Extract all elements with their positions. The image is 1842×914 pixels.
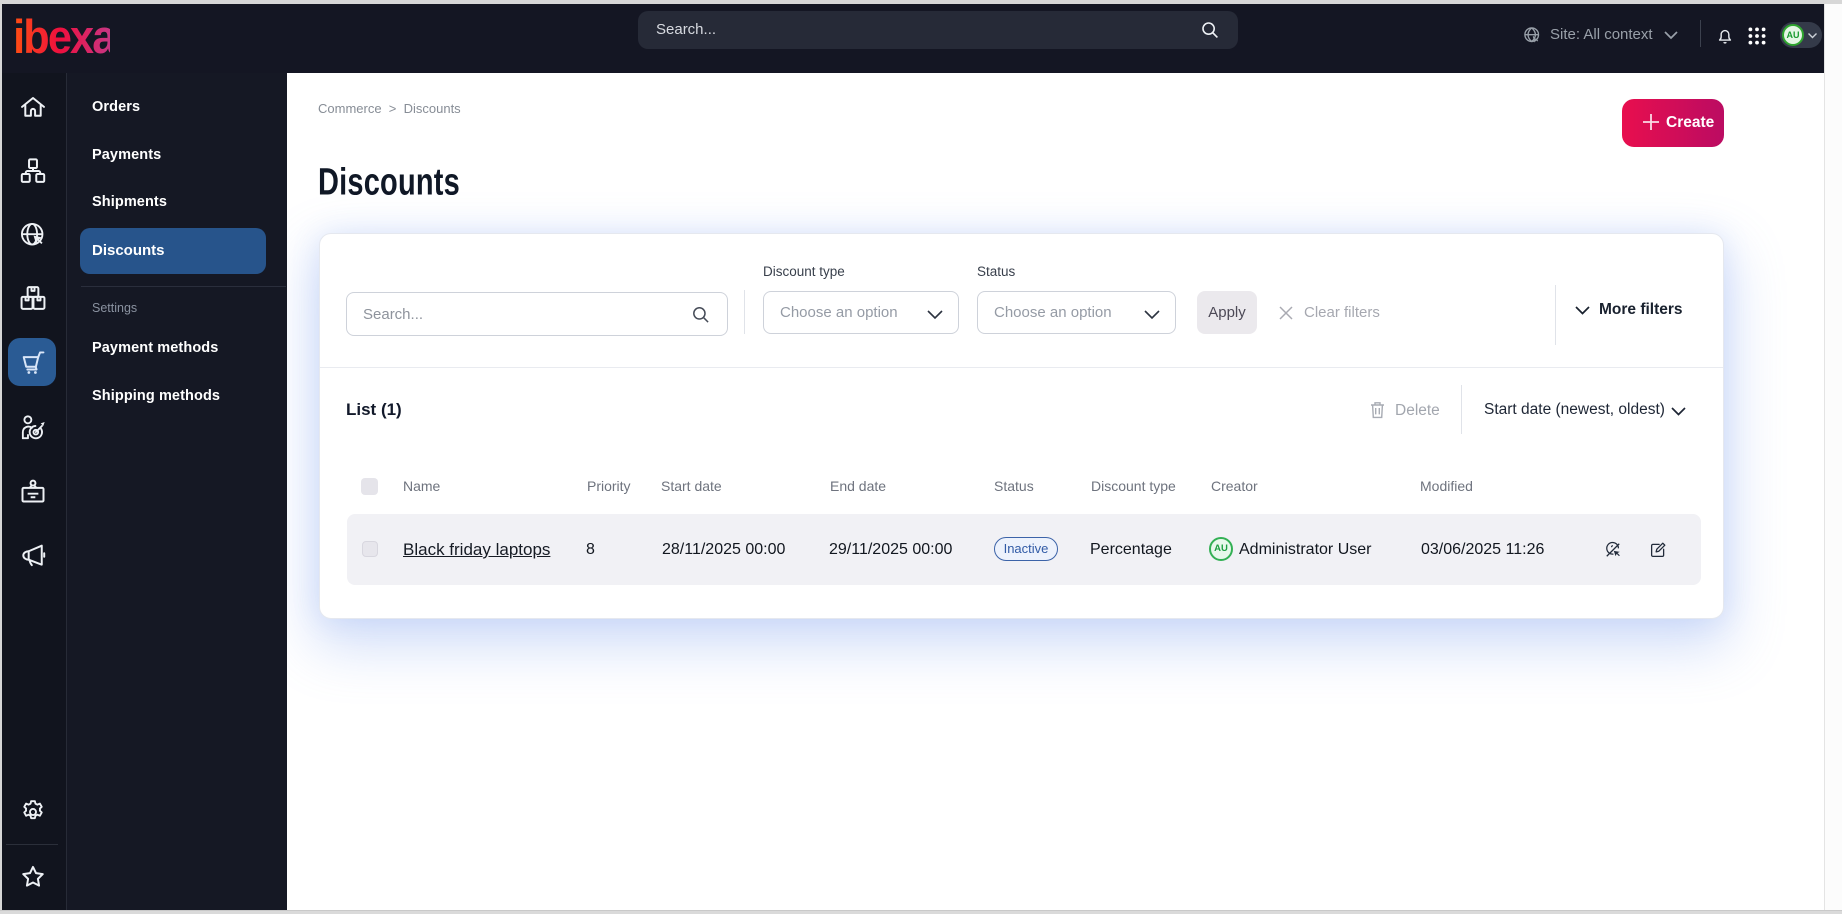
svg-text:ibexa: ibexa [14, 15, 110, 55]
